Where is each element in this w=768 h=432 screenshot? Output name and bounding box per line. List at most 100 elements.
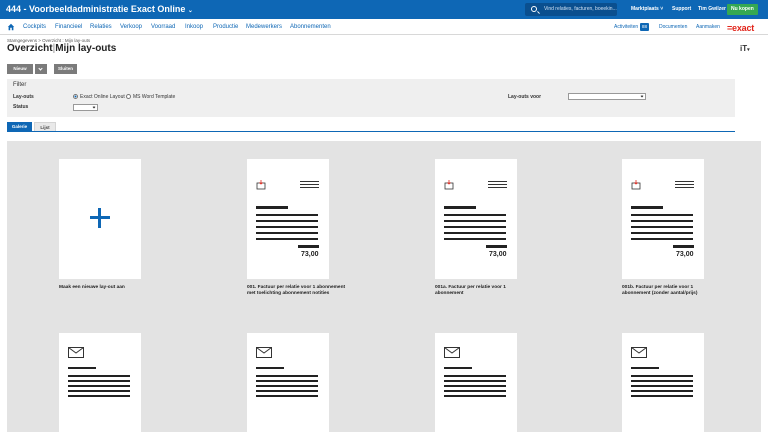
marktplaats-dropdown-icon: ˅ bbox=[660, 6, 664, 12]
top-bar: 444 - Voorbeeldadministratie Exact Onlin… bbox=[0, 0, 768, 19]
total-amount: 73,00 bbox=[301, 251, 319, 258]
search-icon bbox=[531, 6, 537, 12]
body-line bbox=[256, 232, 318, 234]
layout-card[interactable]: 73,00 bbox=[435, 159, 517, 279]
card-caption[interactable]: Maak een nieuwe lay-out aan bbox=[59, 285, 159, 291]
total-bar bbox=[298, 245, 319, 248]
body-line bbox=[631, 380, 693, 382]
nav-verkoop[interactable]: Verkoop bbox=[120, 24, 142, 30]
marktplaats-link[interactable]: Marktplaats ˅ bbox=[631, 6, 663, 12]
layout-card[interactable]: 73,00 bbox=[247, 159, 329, 279]
nav-financieel[interactable]: Financieel bbox=[55, 24, 82, 30]
body-line bbox=[444, 395, 506, 397]
page-title: Overzicht|Mijn lay-outs bbox=[7, 43, 117, 54]
app-title[interactable]: 444 - Voorbeeldadministratie Exact Onlin… bbox=[6, 4, 193, 14]
body-line bbox=[631, 232, 693, 234]
nav-relaties[interactable]: Relaties bbox=[90, 24, 112, 30]
home-icon[interactable] bbox=[7, 23, 15, 31]
card-caption[interactable]: 001a. Factuur per relatie voor 1 abonnem… bbox=[435, 285, 535, 297]
body-line bbox=[256, 385, 318, 387]
body-line bbox=[444, 206, 476, 209]
body-line bbox=[444, 220, 506, 222]
chevron-down-icon bbox=[92, 105, 96, 109]
body-line bbox=[444, 385, 506, 387]
layout-card[interactable] bbox=[59, 333, 141, 432]
header-lines bbox=[300, 181, 319, 190]
body-line bbox=[631, 220, 693, 222]
body-line bbox=[68, 380, 130, 382]
new-layout-card[interactable] bbox=[59, 159, 141, 279]
nav-cockpits[interactable]: Cockpits bbox=[23, 24, 46, 30]
close-button[interactable]: Sluiten bbox=[54, 64, 77, 74]
card-caption[interactable]: 001b. Factuur per relatie voor 1 abonnem… bbox=[622, 285, 722, 297]
plus-icon-bar bbox=[90, 216, 110, 219]
layout-card[interactable]: 73,00 bbox=[622, 159, 704, 279]
body-line bbox=[631, 206, 663, 209]
card-caption[interactable]: 001. Factuur per relatie voor 1 abonneme… bbox=[247, 285, 347, 297]
body-line bbox=[256, 380, 318, 382]
invoice-icon bbox=[256, 180, 266, 190]
main-nav: Cockpits Financieel Relaties Verkoop Voo… bbox=[0, 19, 768, 35]
radio-label-ms-word-template[interactable]: MS Word Template bbox=[133, 94, 175, 100]
chevron-down-icon bbox=[38, 66, 43, 71]
header-lines bbox=[488, 181, 507, 190]
search-input[interactable]: Vind relaties, facturen, boeekin... bbox=[525, 3, 617, 16]
total-bar bbox=[486, 245, 507, 248]
envelope-icon bbox=[444, 347, 460, 358]
body-line bbox=[256, 390, 318, 392]
invoice-icon bbox=[444, 180, 454, 190]
layouts-label: Lay-outs bbox=[13, 94, 34, 100]
total-amount: 73,00 bbox=[676, 251, 694, 258]
nav-voorraad[interactable]: Voorraad bbox=[151, 24, 175, 30]
nav-inkoop[interactable]: Inkoop bbox=[185, 24, 203, 30]
filter-panel: Filter Lay-outs Exact Online Layout MS W… bbox=[7, 79, 735, 117]
activiteiten-link[interactable]: Activiteiten bbox=[614, 24, 638, 30]
layout-card[interactable] bbox=[435, 333, 517, 432]
body-line bbox=[256, 226, 318, 228]
upgrade-button[interactable]: Nu kopen bbox=[727, 4, 758, 15]
activiteiten-count-badge: 88 bbox=[640, 23, 649, 31]
nav-medewerkers[interactable]: Medewerkers bbox=[246, 24, 282, 30]
aanmaken-link[interactable]: Aanmaken bbox=[696, 24, 720, 30]
body-line bbox=[444, 238, 506, 240]
body-line bbox=[256, 206, 288, 209]
layout-card[interactable] bbox=[247, 333, 329, 432]
filter-header: Filter bbox=[13, 82, 27, 88]
body-line bbox=[631, 367, 659, 369]
body-line bbox=[68, 390, 130, 392]
tab-divider bbox=[7, 131, 735, 132]
body-line bbox=[256, 395, 318, 397]
body-line bbox=[631, 395, 693, 397]
body-line bbox=[444, 214, 506, 216]
documenten-link[interactable]: Documenten bbox=[659, 24, 687, 30]
body-line bbox=[256, 214, 318, 216]
nav-productie[interactable]: Productie bbox=[213, 24, 238, 30]
total-amount: 73,00 bbox=[489, 251, 507, 258]
body-line bbox=[256, 367, 284, 369]
status-label: Status bbox=[13, 104, 29, 110]
radio-exact-online-layout[interactable] bbox=[73, 94, 78, 99]
user-menu[interactable]: Tim Gwilzer bbox=[698, 6, 726, 12]
layouts-voor-label: Lay-outs voor bbox=[508, 94, 542, 100]
title-dropdown-icon[interactable]: ⌄ bbox=[188, 8, 193, 14]
layouts-voor-select[interactable] bbox=[568, 93, 646, 100]
layout-card[interactable] bbox=[622, 333, 704, 432]
new-dropdown-button[interactable] bbox=[35, 64, 47, 74]
body-line bbox=[68, 385, 130, 387]
nav-abonnementen[interactable]: Abonnementen bbox=[290, 24, 331, 30]
layout-gallery: Maak een nieuwe lay-out aan 73,00 001. F… bbox=[7, 141, 761, 432]
body-line bbox=[631, 375, 693, 377]
invoice-icon bbox=[631, 180, 641, 190]
body-line bbox=[631, 238, 693, 240]
envelope-icon bbox=[68, 347, 84, 358]
body-line bbox=[256, 238, 318, 240]
radio-ms-word-template[interactable] bbox=[126, 94, 131, 99]
text-size-icon[interactable]: iT▾ bbox=[740, 44, 750, 53]
new-button[interactable]: Nieuw bbox=[7, 64, 33, 74]
body-line bbox=[631, 390, 693, 392]
status-select[interactable] bbox=[73, 104, 98, 111]
body-line bbox=[68, 367, 96, 369]
body-line bbox=[444, 375, 506, 377]
radio-label-exact-online-layout[interactable]: Exact Online Layout bbox=[80, 94, 125, 100]
support-link[interactable]: Support bbox=[672, 6, 691, 12]
